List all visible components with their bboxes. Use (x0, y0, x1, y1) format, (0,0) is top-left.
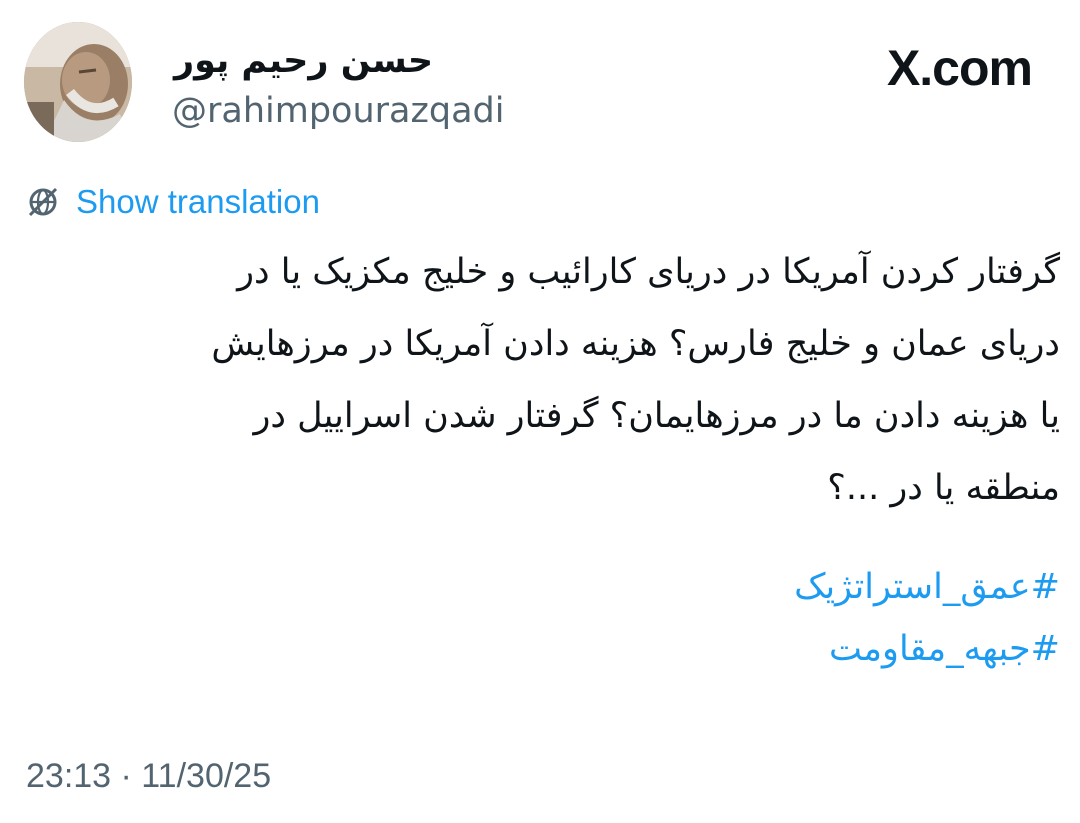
user-handle[interactable]: @rahimpourazqadi (172, 86, 504, 136)
brand-logo: X.com (886, 40, 1033, 96)
hashtag-link[interactable]: #عمق_استراتژیک (40, 556, 1060, 618)
translation-row[interactable]: Show translation (26, 180, 320, 224)
hashtag-list: #عمق_استراتژیک #جبهه_مقاومت (40, 556, 1060, 680)
timestamp[interactable]: 23:13 · 11/30/25 (26, 752, 271, 800)
globe-icon (28, 187, 58, 217)
tweet-text-line: یا هزینه دادن ما در مرزهایمان؟ گرفتار شد… (253, 396, 1061, 436)
tweet-text: گرفتار کردن آمریکا در دریای کارائیب و خل… (40, 236, 1060, 524)
tweet-card: حسن رحیم پور @rahimpourazqadi X.com Show… (0, 0, 1080, 823)
display-name[interactable]: حسن رحیم پور (174, 36, 433, 86)
show-translation-link[interactable]: Show translation (76, 183, 320, 221)
tweet-text-line: گرفتار کردن آمریکا در دریای کارائیب و خل… (237, 252, 1060, 292)
avatar[interactable] (24, 22, 132, 142)
avatar-image (24, 22, 132, 142)
hashtag-link[interactable]: #جبهه_مقاومت (40, 618, 1060, 680)
tweet-text-line: منطقه یا در ...؟ (827, 468, 1060, 508)
tweet-text-line: دریای عمان و خلیج فارس؟ هزینه دادن آمریک… (211, 324, 1060, 364)
